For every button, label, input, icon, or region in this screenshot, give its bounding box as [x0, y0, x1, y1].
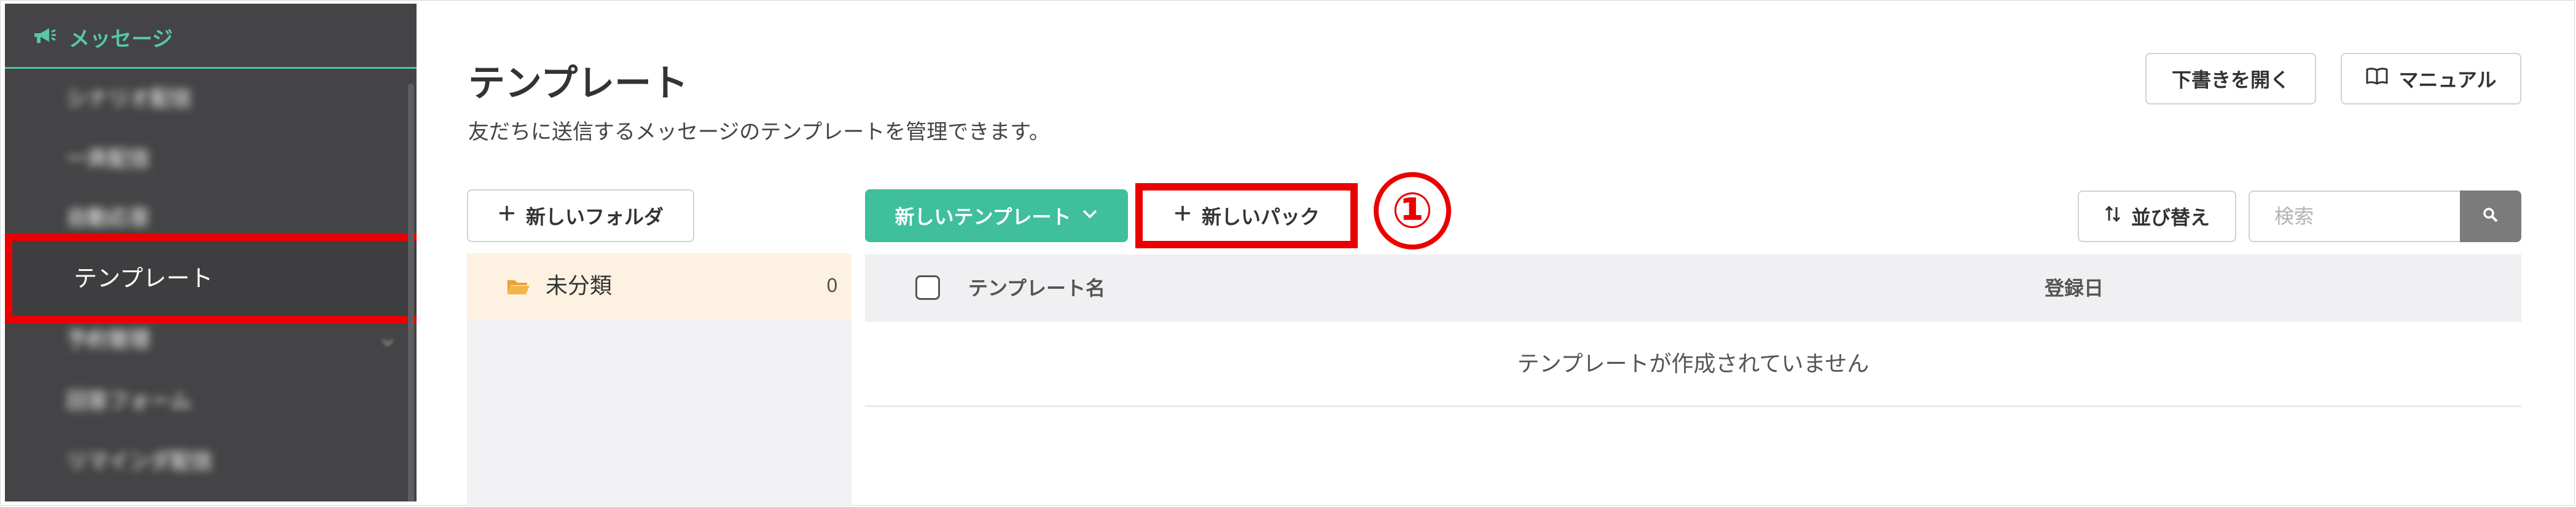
sidebar-scrollbar[interactable]	[408, 84, 414, 501]
folder-count: 0	[826, 275, 838, 297]
folder-open-icon	[506, 278, 531, 299]
page-title: テンプレート	[468, 62, 689, 105]
sidebar-item-reminder[interactable]: リマインダ配信	[66, 446, 213, 477]
sidebar-section-messages[interactable]: メッセージ	[5, 4, 417, 69]
new-pack-label: 新しいパック	[1201, 206, 1320, 228]
sidebar-item-label: テンプレート	[74, 265, 213, 292]
new-pack-button[interactable]: 新しいパック	[1135, 183, 1358, 248]
new-template-button[interactable]: 新しいテンプレート	[865, 189, 1128, 242]
open-draft-button[interactable]: 下書きを開く	[2145, 53, 2316, 104]
search-box	[2249, 191, 2521, 242]
new-template-label: 新しいテンプレート	[895, 206, 1071, 228]
plus-icon	[1173, 204, 1192, 227]
manual-label: マニュアル	[2398, 69, 2497, 91]
search-button[interactable]	[2460, 191, 2521, 242]
sidebar-item-broadcast[interactable]: 一斉配信	[66, 144, 150, 175]
step-marker-label: ①	[1392, 182, 1433, 239]
search-icon	[2482, 206, 2499, 226]
new-folder-label: 新しいフォルダ	[525, 206, 664, 228]
select-all-checkbox[interactable]	[915, 275, 940, 300]
chevron-down-icon	[1081, 205, 1098, 227]
manual-button[interactable]: マニュアル	[2341, 53, 2521, 104]
book-icon	[2365, 67, 2389, 90]
table-header: テンプレート名 登録日	[865, 254, 2521, 322]
sidebar-item-auto-reply[interactable]: 自動応答	[66, 203, 150, 234]
chevron-down-icon[interactable]	[381, 336, 394, 349]
sort-label: 並び替え	[2131, 206, 2210, 229]
column-header-registered-date[interactable]: 登録日	[2045, 254, 2104, 322]
empty-state-message: テンプレートが作成されていません	[865, 327, 2521, 407]
folder-item-uncategorized[interactable]: 未分類 0	[467, 253, 851, 320]
folder-name: 未分類	[546, 273, 613, 299]
open-draft-label: 下書きを開く	[2171, 69, 2290, 91]
sidebar-item-scenario[interactable]: シナリオ配信	[66, 84, 192, 114]
sidebar-item-answer-form[interactable]: 回答フォーム	[66, 386, 191, 417]
megaphone-icon	[32, 27, 57, 45]
sidebar-section-label: メッセージ	[69, 27, 173, 52]
folder-list: 未分類 0	[467, 253, 851, 506]
column-header-template-name[interactable]: テンプレート名	[968, 254, 1105, 322]
search-input[interactable]	[2249, 191, 2460, 242]
sidebar-item-reservation[interactable]: 予約管理	[66, 324, 150, 355]
sidebar: メッセージ シナリオ配信 一斉配信 自動応答 テンプレート 予約管理 回答フォー…	[5, 4, 417, 501]
sidebar-item-template[interactable]: テンプレート	[5, 234, 417, 323]
step-marker-1: ①	[1374, 172, 1451, 250]
page-description: 友だちに送信するメッセージのテンプレートを管理できます。	[468, 120, 1050, 144]
plus-icon	[498, 204, 516, 227]
new-folder-button[interactable]: 新しいフォルダ	[467, 189, 694, 242]
sort-button[interactable]: 並び替え	[2078, 191, 2236, 242]
sort-icon	[2104, 205, 2121, 228]
